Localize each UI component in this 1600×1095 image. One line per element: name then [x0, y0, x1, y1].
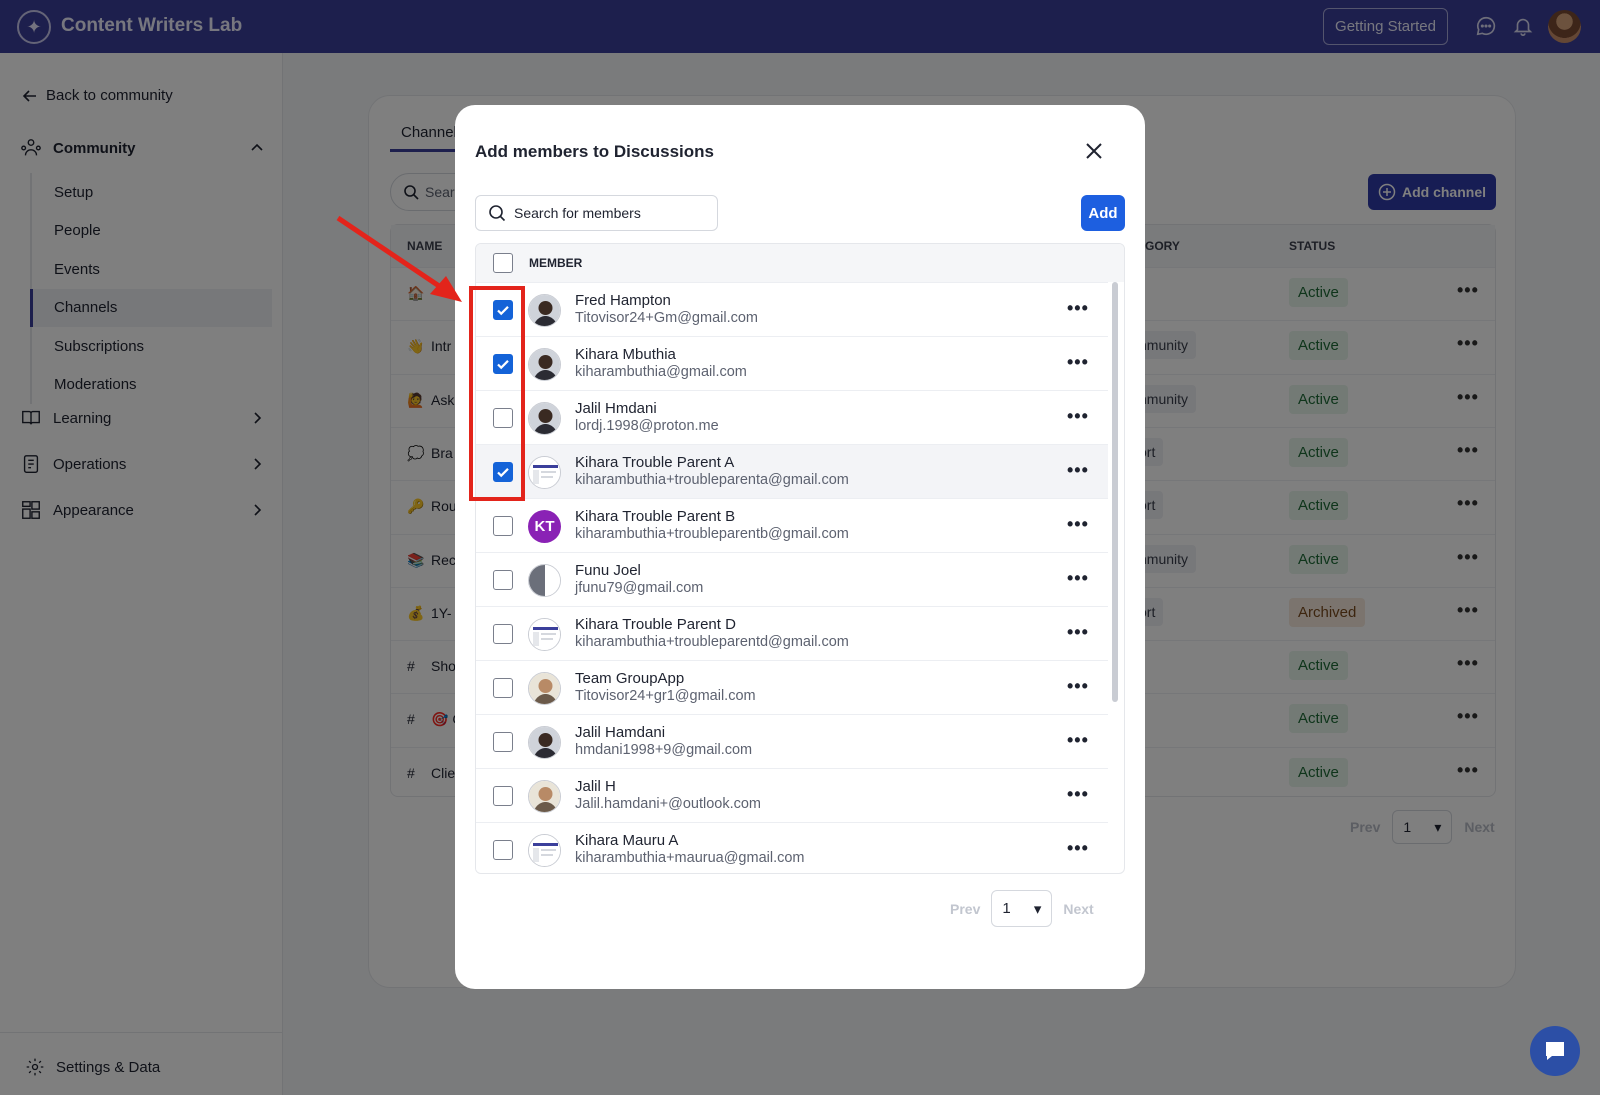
member-checkbox[interactable]	[493, 732, 513, 752]
more-options-icon[interactable]: •••	[1067, 838, 1089, 859]
member-row[interactable]: Kihara Mauru Akiharambuthia+maurua@gmail…	[476, 822, 1108, 873]
member-row[interactable]: KT Kihara Trouble Parent Bkiharambuthia+t…	[476, 498, 1108, 552]
caret-down-icon: ▾	[1033, 900, 1042, 918]
more-options-icon[interactable]: •••	[1067, 730, 1089, 751]
member-email: Titovisor24+Gm@gmail.com	[575, 310, 758, 326]
member-email: hmdani1998+9@gmail.com	[575, 742, 753, 758]
member-name: Kihara Trouble Parent D	[575, 616, 736, 633]
member-email: jfunu79@gmail.com	[575, 580, 704, 596]
member-row[interactable]: Jalil H Jalil.hamdani+@outlook.com •••	[476, 768, 1108, 822]
more-options-icon[interactable]: •••	[1067, 514, 1089, 535]
more-options-icon[interactable]: •••	[1067, 406, 1089, 427]
modal-title: Add members to Discussions	[475, 142, 715, 161]
select-all-checkbox[interactable]	[493, 253, 513, 273]
member-checkbox[interactable]	[493, 678, 513, 698]
avatar	[528, 294, 561, 327]
more-options-icon[interactable]: •••	[1067, 568, 1089, 589]
member-name: Kihara Mauru A	[575, 832, 679, 849]
avatar	[528, 672, 561, 705]
member-name: Jalil Hamdani	[575, 724, 666, 741]
more-options-icon[interactable]: •••	[1067, 622, 1089, 643]
next-page-button[interactable]: Next	[1063, 901, 1093, 917]
member-checkbox[interactable]	[493, 516, 513, 536]
member-row[interactable]: Kihara Mbuthia kiharambuthia@gmail.com •••	[476, 336, 1108, 390]
avatar	[528, 564, 561, 597]
more-options-icon[interactable]: •••	[1067, 460, 1089, 481]
page-select-value: 1	[1002, 900, 1011, 917]
member-checkbox[interactable]	[493, 570, 513, 590]
avatar	[528, 834, 561, 867]
more-options-icon[interactable]: •••	[1067, 784, 1089, 805]
scrollbar[interactable]	[1112, 282, 1118, 702]
member-email: kiharambuthia+troubleparenta@gmail.com	[575, 472, 849, 488]
member-email: kiharambuthia+troubleparentb@gmail.com	[575, 526, 849, 542]
avatar	[528, 456, 561, 489]
member-row[interactable]: Team GroupApp Titovisor24+gr1@gmail.com ••…	[476, 660, 1108, 714]
member-name: Team GroupApp	[575, 670, 685, 687]
member-name: Jalil Hmdani	[575, 400, 657, 417]
member-table: MEMBER Fred Hampton Titovisor24+Gm@gmail.…	[475, 243, 1125, 874]
member-checkbox[interactable]	[493, 840, 513, 860]
member-row[interactable]: Jalil Hmdani lordj.1998@proton.me •••	[476, 390, 1108, 444]
member-table-header: MEMBER	[476, 244, 1124, 282]
search-icon	[489, 205, 506, 222]
more-options-icon[interactable]: •••	[1067, 352, 1089, 373]
member-pagination: Prev 1 ▾ Next	[950, 890, 1094, 927]
member-checkbox[interactable]	[493, 624, 513, 644]
avatar	[528, 780, 561, 813]
add-button[interactable]: Add	[1081, 195, 1125, 231]
member-search-field[interactable]	[514, 205, 704, 221]
member-name: Fred Hampton	[575, 292, 671, 309]
annotation-arrow-icon	[336, 215, 462, 302]
member-email: kiharambuthia+maurua@gmail.com	[575, 850, 805, 866]
add-members-modal: Add members to Discussions Add MEMBER Fr…	[455, 105, 1145, 989]
prev-page-button[interactable]: Prev	[950, 901, 980, 917]
avatar: KT	[528, 510, 561, 543]
member-name: Kihara Mbuthia	[575, 346, 676, 363]
member-search-input[interactable]	[475, 195, 718, 231]
member-row[interactable]: Kihara Trouble Parent Akiharambuthia+tro…	[476, 444, 1108, 498]
page-select[interactable]: 1▾	[991, 890, 1053, 927]
avatar	[528, 726, 561, 759]
more-options-icon[interactable]: •••	[1067, 676, 1089, 697]
close-icon[interactable]	[1082, 139, 1106, 163]
member-checkbox[interactable]	[493, 786, 513, 806]
chat-launcher-button[interactable]	[1530, 1026, 1580, 1076]
member-row[interactable]: Funu Joel jfunu79@gmail.com •••	[476, 552, 1108, 606]
member-email: lordj.1998@proton.me	[575, 418, 719, 434]
column-header-member: MEMBER	[529, 256, 583, 270]
member-name: Kihara Trouble Parent A	[575, 454, 735, 471]
member-email: kiharambuthia+troubleparentd@gmail.com	[575, 634, 849, 650]
annotation-highlight-box	[469, 286, 525, 501]
member-name: Funu Joel	[575, 562, 641, 579]
chat-bubble-icon	[1546, 1042, 1564, 1060]
avatar	[528, 402, 561, 435]
member-email: Jalil.hamdani+@outlook.com	[575, 796, 761, 812]
member-row[interactable]: Kihara Trouble Parent Dkiharambuthia+tro…	[476, 606, 1108, 660]
avatar	[528, 618, 561, 651]
member-row[interactable]: Jalil Hamdani hmdani1998+9@gmail.com •••	[476, 714, 1108, 768]
member-name: Kihara Trouble Parent B	[575, 508, 736, 525]
member-row[interactable]: Fred Hampton Titovisor24+Gm@gmail.com •••	[476, 282, 1108, 336]
member-email: Titovisor24+gr1@gmail.com	[575, 688, 756, 704]
avatar	[528, 348, 561, 381]
more-options-icon[interactable]: •••	[1067, 298, 1089, 319]
member-name: Jalil H	[575, 778, 616, 795]
member-email: kiharambuthia@gmail.com	[575, 364, 747, 380]
